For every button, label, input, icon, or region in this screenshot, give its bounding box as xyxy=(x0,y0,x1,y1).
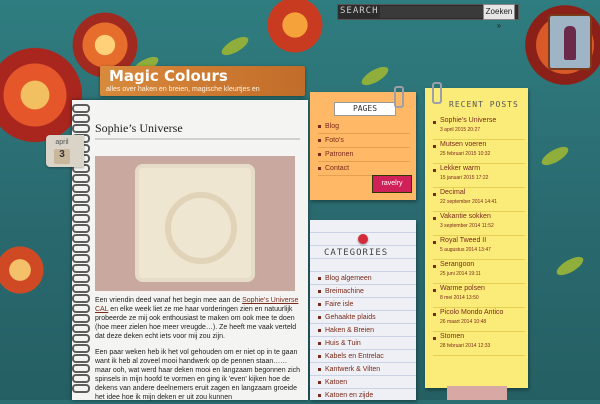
recent-post-item[interactable]: Stomen 28 februari 2014 12:33 xyxy=(433,332,525,356)
site-description: alles over haken en breien, magische kle… xyxy=(106,86,260,93)
category-link[interactable]: Katoen en zijde xyxy=(318,389,413,402)
search-label: SEARCH xyxy=(340,6,379,16)
site-header: Magic Colours alles over haken en breien… xyxy=(100,66,305,96)
recent-posts-widget: RECENT POSTS Sophie’s Universe 3 april 20… xyxy=(425,88,528,388)
paperclip-icon xyxy=(432,82,442,104)
leaf-ornament xyxy=(539,143,571,169)
category-link[interactable]: Faire isle xyxy=(318,298,413,311)
category-link[interactable]: Kabels en Entrelac xyxy=(318,350,413,363)
leaf-ornament xyxy=(219,33,251,59)
search-button[interactable]: Zoeken » xyxy=(483,4,515,30)
recent-post-item[interactable]: Royal Tweed II 5 augustus 2014 13:47 xyxy=(433,236,525,260)
paperclip-icon xyxy=(394,86,404,108)
doily-image xyxy=(135,164,255,282)
leaf-ornament xyxy=(554,253,586,279)
post-date-badge: april 3 xyxy=(46,135,84,167)
divider xyxy=(95,138,300,140)
post-image[interactable] xyxy=(95,156,295,291)
post-title[interactable]: Sophie’s Universe xyxy=(95,121,183,136)
category-link[interactable]: Gehaakte plaids xyxy=(318,311,413,324)
recent-post-item[interactable]: Picolo Mondo Antico 26 maart 2014 10:48 xyxy=(433,308,525,332)
recent-post-item[interactable]: Warme polsen 8 mei 2014 13:50 xyxy=(433,284,525,308)
avatar xyxy=(548,14,592,70)
recent-post-item[interactable]: Lekker warm 15 januari 2015 17:22 xyxy=(433,164,525,188)
ravelry-badge[interactable]: ravelry xyxy=(372,175,412,193)
flower-ornament xyxy=(0,240,50,300)
post-date-month: april xyxy=(55,139,69,146)
categories-widget: CATEGORIES Blog algemeen Breimachine Fai… xyxy=(310,220,416,400)
post-paragraph: Een vriendin deed vanaf het begin mee aa… xyxy=(95,297,299,340)
widget-tag xyxy=(447,386,507,400)
page-link-contact[interactable]: Contact xyxy=(318,162,410,176)
category-link[interactable]: Huis & Tuin xyxy=(318,337,413,350)
pages-heading: PAGES xyxy=(334,102,396,116)
categories-heading: CATEGORIES xyxy=(324,248,389,258)
recent-posts-heading: RECENT POSTS xyxy=(449,100,519,109)
page-link-patronen[interactable]: Patronen xyxy=(318,148,410,162)
pushpin-icon xyxy=(358,234,368,244)
category-link[interactable]: Blog algemeen xyxy=(318,272,413,285)
category-link[interactable]: Breimachine xyxy=(318,285,413,298)
site-title[interactable]: Magic Colours xyxy=(109,67,228,85)
category-link[interactable]: Kantwerk & Vilten xyxy=(318,363,413,376)
flower-ornament xyxy=(260,0,330,60)
category-link[interactable]: Katoen xyxy=(318,376,413,389)
page-link-blog[interactable]: Blog xyxy=(318,120,410,134)
leaf-ornament xyxy=(359,63,391,89)
category-link[interactable]: Haken & Breien xyxy=(318,324,413,337)
recent-post-item[interactable]: Decimal 22 september 2014 14:41 xyxy=(433,188,525,212)
page-link-fotos[interactable]: Foto's xyxy=(318,134,410,148)
post-paragraph: Een paar weken heb ik het vol gehouden o… xyxy=(95,349,301,401)
avatar-person xyxy=(564,26,576,60)
recent-post-item[interactable]: Vakantie sokken 3 september 2014 11:52 xyxy=(433,212,525,236)
recent-post-item[interactable]: Sophie’s Universe 3 april 2015 20:27 xyxy=(433,116,525,140)
recent-post-item[interactable]: Mutsen voeren 25 februari 2015 10:32 xyxy=(433,140,525,164)
post-date-day: 3 xyxy=(54,149,70,164)
recent-post-item[interactable]: Serangoon 25 juni 2014 19:11 xyxy=(433,260,525,284)
